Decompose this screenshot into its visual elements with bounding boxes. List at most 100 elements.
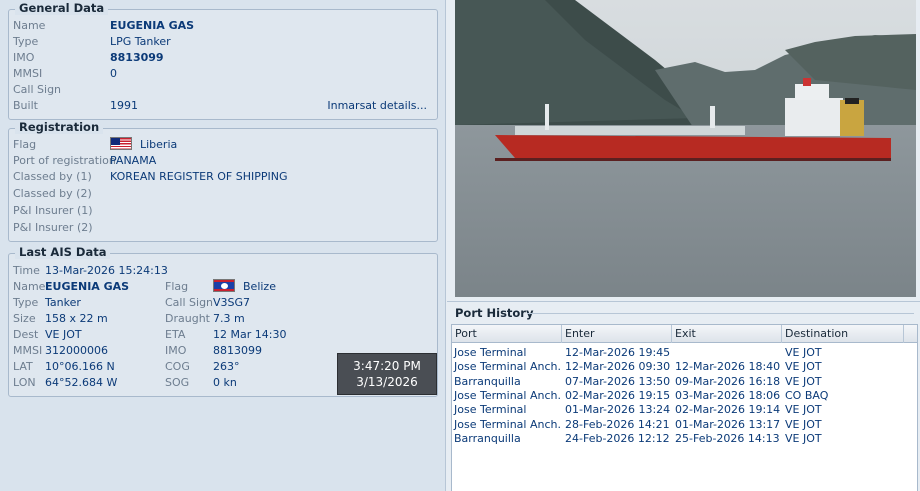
ais-mmsi-label: MMSI: [13, 344, 43, 357]
enter-cell: 01-Mar-2026 13:24: [565, 403, 671, 417]
destination-cell: CO BAQ: [785, 388, 829, 402]
clock-time: 3:47:20 PM: [353, 359, 421, 373]
port-history-table: Port Enter Exit Destination Jose Termina…: [451, 324, 918, 491]
pi-insurer-2-label: P&I Insurer (2): [13, 221, 93, 234]
ais-lat: 10°06.166 N: [45, 360, 115, 373]
name-label: Name: [13, 19, 46, 32]
port-history-title: Port History: [455, 306, 534, 320]
table-row[interactable]: Barranquilla 07-Mar-2026 13:50 09-Mar-2026…: [452, 375, 917, 389]
ais-size-label: Size: [13, 312, 36, 325]
vessel-built: 1991: [110, 99, 138, 112]
vessel-details-panel: General Data Name EUGENIA GAS Type LPG T…: [0, 0, 446, 491]
port-cell: Barranquilla: [454, 374, 521, 388]
ais-lon: 64°52.684 W: [45, 376, 118, 389]
inmarsat-details-link[interactable]: Inmarsat details...: [327, 98, 427, 114]
registration-flag: Liberia: [140, 138, 178, 151]
port-history-header: Port Enter Exit Destination: [452, 325, 917, 343]
ais-dest: VE JOT: [45, 328, 82, 341]
ais-lat-label: LAT: [13, 360, 33, 373]
ais-lon-label: LON: [13, 376, 36, 389]
destination-cell: VE JOT: [785, 360, 822, 374]
enter-cell: 24-Feb-2026 12:12: [565, 431, 670, 445]
general-data-title: General Data: [15, 1, 109, 15]
vessel-photo: [455, 0, 916, 297]
ais-callsign-label: Call Sign: [165, 296, 214, 309]
ais-eta-label: ETA: [165, 328, 186, 341]
port-of-registration: PANAMA: [110, 154, 157, 167]
column-header-port[interactable]: Port: [452, 325, 562, 343]
vessel-photo-image: [455, 0, 916, 297]
destination-cell: VE JOT: [785, 417, 822, 431]
classed-by-1-label: Classed by (1): [13, 170, 92, 183]
enter-cell: 02-Mar-2026 19:15: [565, 388, 671, 402]
port-cell: Jose Terminal Anch.: [454, 417, 561, 431]
column-header-enter[interactable]: Enter: [562, 325, 672, 343]
destination-cell: VE JOT: [785, 374, 822, 388]
vessel-type: LPG Tanker: [110, 35, 171, 48]
ais-cog-label: COG: [165, 360, 190, 373]
mmsi-label: MMSI: [13, 67, 43, 80]
ais-size: 158 x 22 m: [45, 312, 108, 325]
general-data-group: General Data Name EUGENIA GAS Type LPG T…: [8, 1, 438, 120]
table-row[interactable]: Barranquilla 24-Feb-2026 12:12 25-Feb-2026…: [452, 432, 917, 446]
column-header-exit[interactable]: Exit: [672, 325, 782, 343]
destination-cell: VE JOT: [785, 431, 822, 445]
ais-time: 13-Mar-2026 15:24:13: [45, 264, 168, 277]
ais-sog: 0 kn: [213, 376, 237, 389]
ais-sog-label: SOG: [165, 376, 190, 389]
ais-eta: 12 Mar 14:30: [213, 328, 287, 341]
enter-cell: 12-Mar-2026 09:30: [565, 360, 671, 374]
vessel-name: EUGENIA GAS: [110, 19, 195, 32]
liberia-flag-icon: [110, 137, 132, 150]
ais-type: Tanker: [45, 296, 81, 309]
table-row[interactable]: Jose Terminal 01-Mar-2026 13:24 02-Mar-202…: [452, 403, 917, 417]
column-header-destination[interactable]: Destination: [782, 325, 904, 343]
type-label: Type: [13, 35, 39, 48]
ais-imo-label: IMO: [165, 344, 187, 357]
exit-cell: 03-Mar-2026 18:06: [675, 388, 781, 402]
table-row[interactable]: Jose Terminal 12-Mar-2026 19:45 VE JOT: [452, 346, 917, 360]
flag-label: Flag: [13, 138, 37, 151]
classed-by-1: KOREAN REGISTER OF SHIPPING: [110, 170, 288, 183]
ais-type-label: Type: [13, 296, 39, 309]
ais-name-label: Name: [13, 280, 46, 293]
destination-cell: VE JOT: [785, 346, 822, 359]
port-cell: Jose Terminal Anch.: [454, 388, 561, 402]
pi-insurer-1-label: P&I Insurer (1): [13, 204, 93, 217]
port-history-divider: [527, 313, 914, 314]
exit-cell: 25-Feb-2026 14:13: [675, 431, 780, 445]
ais-callsign: V3SG7: [213, 296, 251, 309]
exit-cell: 09-Mar-2026 16:18: [675, 374, 781, 388]
table-row[interactable]: Jose Terminal Anch. 28-Feb-2026 14:21 01-M…: [452, 418, 917, 432]
table-row[interactable]: Jose Terminal Anch. 12-Mar-2026 09:30 12-M…: [452, 360, 917, 374]
enter-cell: 07-Mar-2026 13:50: [565, 374, 671, 388]
port-history-panel: Port History Port Enter Exit Destination…: [447, 301, 920, 491]
ais-cog: 263°: [213, 360, 240, 373]
destination-cell: VE JOT: [785, 403, 822, 417]
ais-dest-label: Dest: [13, 328, 39, 341]
ais-flag: Belize: [243, 280, 276, 293]
table-row[interactable]: Jose Terminal Anch. 02-Mar-2026 19:15 03-M…: [452, 389, 917, 403]
registration-group: Registration Flag Liberia Port of regist…: [8, 120, 438, 242]
callsign-label: Call Sign: [13, 83, 62, 96]
port-cell: Jose Terminal: [454, 346, 527, 359]
vessel-mmsi: 0: [110, 67, 117, 80]
port-cell: Jose Terminal: [454, 403, 527, 417]
vessel-imo: 8813099: [110, 51, 164, 64]
ais-draught: 7.3 m: [213, 312, 245, 325]
ais-imo: 8813099: [213, 344, 262, 357]
port-cell: Jose Terminal Anch.: [454, 360, 561, 374]
exit-cell: 02-Mar-2026 19:14: [675, 403, 781, 417]
ais-mmsi: 312000006: [45, 344, 108, 357]
port-of-registration-label: Port of registration: [13, 154, 116, 167]
ais-time-label: Time: [13, 264, 40, 277]
clock-date: 3/13/2026: [356, 375, 418, 389]
port-cell: Barranquilla: [454, 431, 521, 445]
ais-name: EUGENIA GAS: [45, 280, 130, 293]
imo-label: IMO: [13, 51, 35, 64]
enter-cell: 28-Feb-2026 14:21: [565, 417, 670, 431]
ais-flag-label: Flag: [165, 280, 189, 293]
last-ais-data-title: Last AIS Data: [15, 245, 111, 259]
built-label: Built: [13, 99, 38, 112]
exit-cell: 12-Mar-2026 18:40: [675, 360, 781, 374]
